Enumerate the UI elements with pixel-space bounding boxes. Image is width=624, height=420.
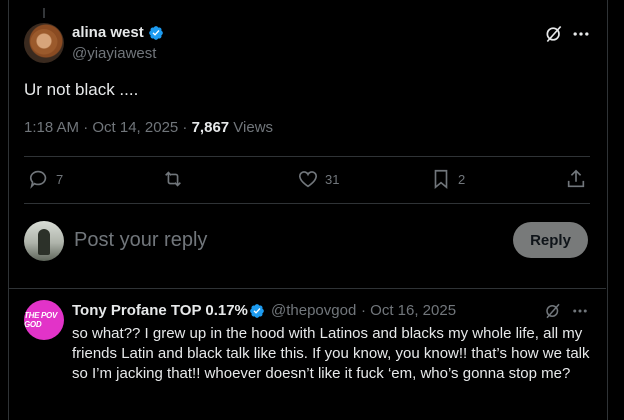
post-text: Ur not black .... — [24, 80, 139, 99]
post-meta: 1:18 AM · Oct 14, 2025 · 7,867 Views — [24, 119, 273, 136]
repost-action[interactable] — [162, 168, 190, 190]
share-icon — [567, 169, 585, 188]
like-count: 31 — [325, 171, 340, 187]
reply-input[interactable]: Post your reply — [74, 229, 207, 252]
more-options-icon[interactable] — [571, 24, 591, 44]
share-action[interactable] — [565, 168, 587, 190]
reply-button[interactable]: Reply — [513, 222, 588, 258]
current-user-avatar[interactable] — [24, 221, 64, 261]
bookmark-icon — [434, 169, 448, 190]
like-action[interactable]: 31 — [297, 168, 339, 190]
repost-icon — [165, 171, 181, 187]
reply-author-handle[interactable]: @thepovgod — [271, 302, 356, 319]
more-options-icon[interactable] — [571, 302, 589, 320]
reply-action[interactable]: 7 — [28, 168, 63, 190]
reply-author-avatar[interactable]: THE POV GOD — [24, 300, 64, 340]
heart-icon — [298, 171, 318, 188]
reply-date[interactable]: · Oct 16, 2025 — [361, 302, 456, 319]
reply-icon — [29, 170, 47, 189]
verified-badge-icon[interactable] — [148, 25, 164, 41]
divider — [24, 156, 590, 157]
reply-author-name[interactable]: Tony Profane TOP 0.17% — [72, 302, 248, 319]
verified-badge-icon[interactable] — [249, 303, 265, 319]
reply-post-text: so what?? I grew up in the hood with Lat… — [72, 325, 590, 382]
grok-icon[interactable] — [544, 24, 564, 44]
author-name[interactable]: alina west — [72, 24, 144, 41]
thread-connector-line — [43, 8, 45, 18]
divider — [24, 203, 590, 204]
author-handle[interactable]: @yiayiawest — [72, 45, 156, 62]
bookmark-count: 2 — [458, 171, 466, 187]
views-label: Views — [229, 119, 274, 136]
reply-count: 7 — [56, 171, 64, 187]
post-timestamp[interactable]: 1:18 AM · Oct 14, 2025 · — [24, 119, 192, 136]
grok-icon[interactable] — [544, 302, 562, 320]
divider — [9, 288, 606, 289]
author-avatar[interactable] — [24, 23, 64, 63]
bookmark-action[interactable]: 2 — [430, 168, 465, 190]
view-count: 7,867 — [191, 119, 230, 136]
avatar-logo-text: THE POV GOD — [24, 311, 58, 329]
